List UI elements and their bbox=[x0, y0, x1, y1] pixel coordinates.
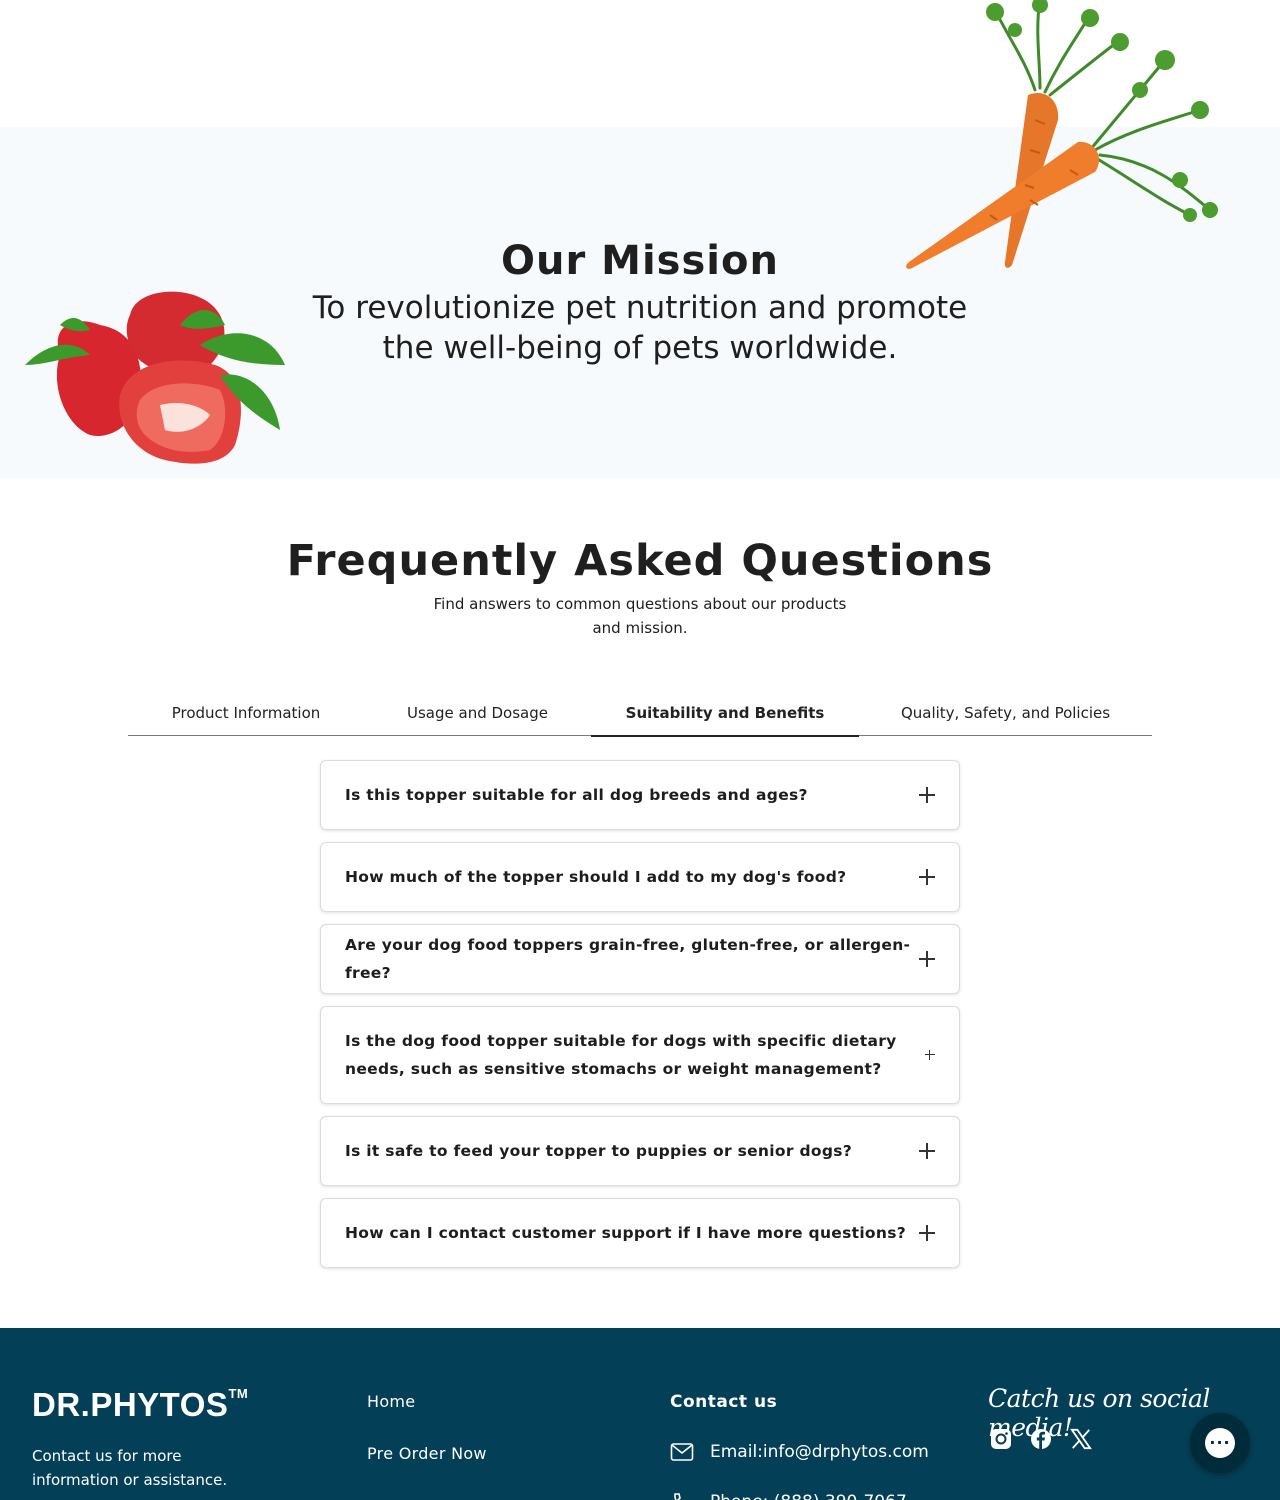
faq-question: Is it safe to feed your topper to puppie… bbox=[345, 1142, 853, 1160]
x-icon[interactable] bbox=[1070, 1427, 1092, 1451]
faq-question: Is the dog food topper suitable for dogs… bbox=[345, 1032, 897, 1078]
faq-question: Are your dog food toppers grain-free, gl… bbox=[345, 936, 911, 982]
contact-phone[interactable]: Phone: (888) 390-7067 bbox=[670, 1492, 907, 1500]
faq-item[interactable]: How much of the topper should I add to m… bbox=[320, 842, 960, 912]
carrot-image bbox=[906, 0, 1218, 269]
footer-logo[interactable]: DR.PHYTOSTM bbox=[32, 1386, 248, 1424]
plus-icon[interactable] bbox=[925, 1050, 935, 1060]
faq-question: Is this topper suitable for all dog bree… bbox=[345, 786, 808, 804]
faq-title: Frequently Asked Questions bbox=[286, 536, 994, 586]
faq-tabs: Product Information Usage and Dosage Sui… bbox=[128, 690, 1152, 737]
instagram-icon[interactable] bbox=[990, 1427, 1012, 1451]
tab-suitability-and-benefits[interactable]: Suitability and Benefits bbox=[591, 690, 859, 737]
plus-icon[interactable] bbox=[919, 1143, 935, 1159]
phone-text: Phone: (888) 390-7067 bbox=[710, 1492, 907, 1500]
mail-icon bbox=[670, 1443, 694, 1461]
tab-quality-safety-policies[interactable]: Quality, Safety, and Policies bbox=[859, 690, 1152, 736]
faq-question: How can I contact customer support if I … bbox=[345, 1224, 907, 1242]
contact-email[interactable]: Email:info@drphytos.com bbox=[670, 1442, 929, 1462]
plus-icon[interactable] bbox=[919, 1225, 935, 1241]
footer: DR.PHYTOSTM Contact us for more informat… bbox=[0, 1328, 1280, 1500]
footer-link-home[interactable]: Home bbox=[367, 1392, 415, 1411]
social-icons bbox=[990, 1427, 1092, 1451]
faq-item[interactable]: Is this topper suitable for all dog bree… bbox=[320, 760, 960, 830]
tab-product-information[interactable]: Product Information bbox=[128, 690, 364, 736]
mission-text: To revolutionize pet nutrition and promo… bbox=[312, 290, 968, 366]
logo-text: DR.PHYTOS bbox=[32, 1386, 229, 1423]
plus-icon[interactable] bbox=[919, 869, 935, 885]
phone-icon bbox=[674, 1493, 681, 1500]
strawberry-image bbox=[25, 291, 285, 464]
chat-button[interactable]: ··· bbox=[1190, 1413, 1250, 1473]
footer-link-pre-order[interactable]: Pre Order Now bbox=[367, 1444, 487, 1463]
chat-bubble-icon: ··· bbox=[1205, 1428, 1235, 1458]
email-text: Email:info@drphytos.com bbox=[710, 1442, 929, 1462]
footer-note: Contact us for more information or assis… bbox=[32, 1447, 228, 1489]
mission-title: Our Mission bbox=[501, 238, 779, 284]
plus-icon[interactable] bbox=[919, 787, 935, 803]
tab-usage-and-dosage[interactable]: Usage and Dosage bbox=[364, 690, 591, 736]
logo-trademark: TM bbox=[228, 1386, 249, 1401]
faq-item[interactable]: Is it safe to feed your topper to puppie… bbox=[320, 1116, 960, 1186]
faq-item[interactable]: Is the dog food topper suitable for dogs… bbox=[320, 1006, 960, 1104]
faq-question: How much of the topper should I add to m… bbox=[345, 868, 847, 886]
facebook-icon[interactable] bbox=[1030, 1427, 1052, 1451]
contact-heading: Contact us bbox=[670, 1392, 778, 1412]
plus-icon[interactable] bbox=[919, 951, 935, 967]
faq-item[interactable]: How can I contact customer support if I … bbox=[320, 1198, 960, 1268]
faq-subtitle: Find answers to common questions about o… bbox=[433, 595, 847, 637]
faq-item[interactable]: Are your dog food toppers grain-free, gl… bbox=[320, 924, 960, 994]
